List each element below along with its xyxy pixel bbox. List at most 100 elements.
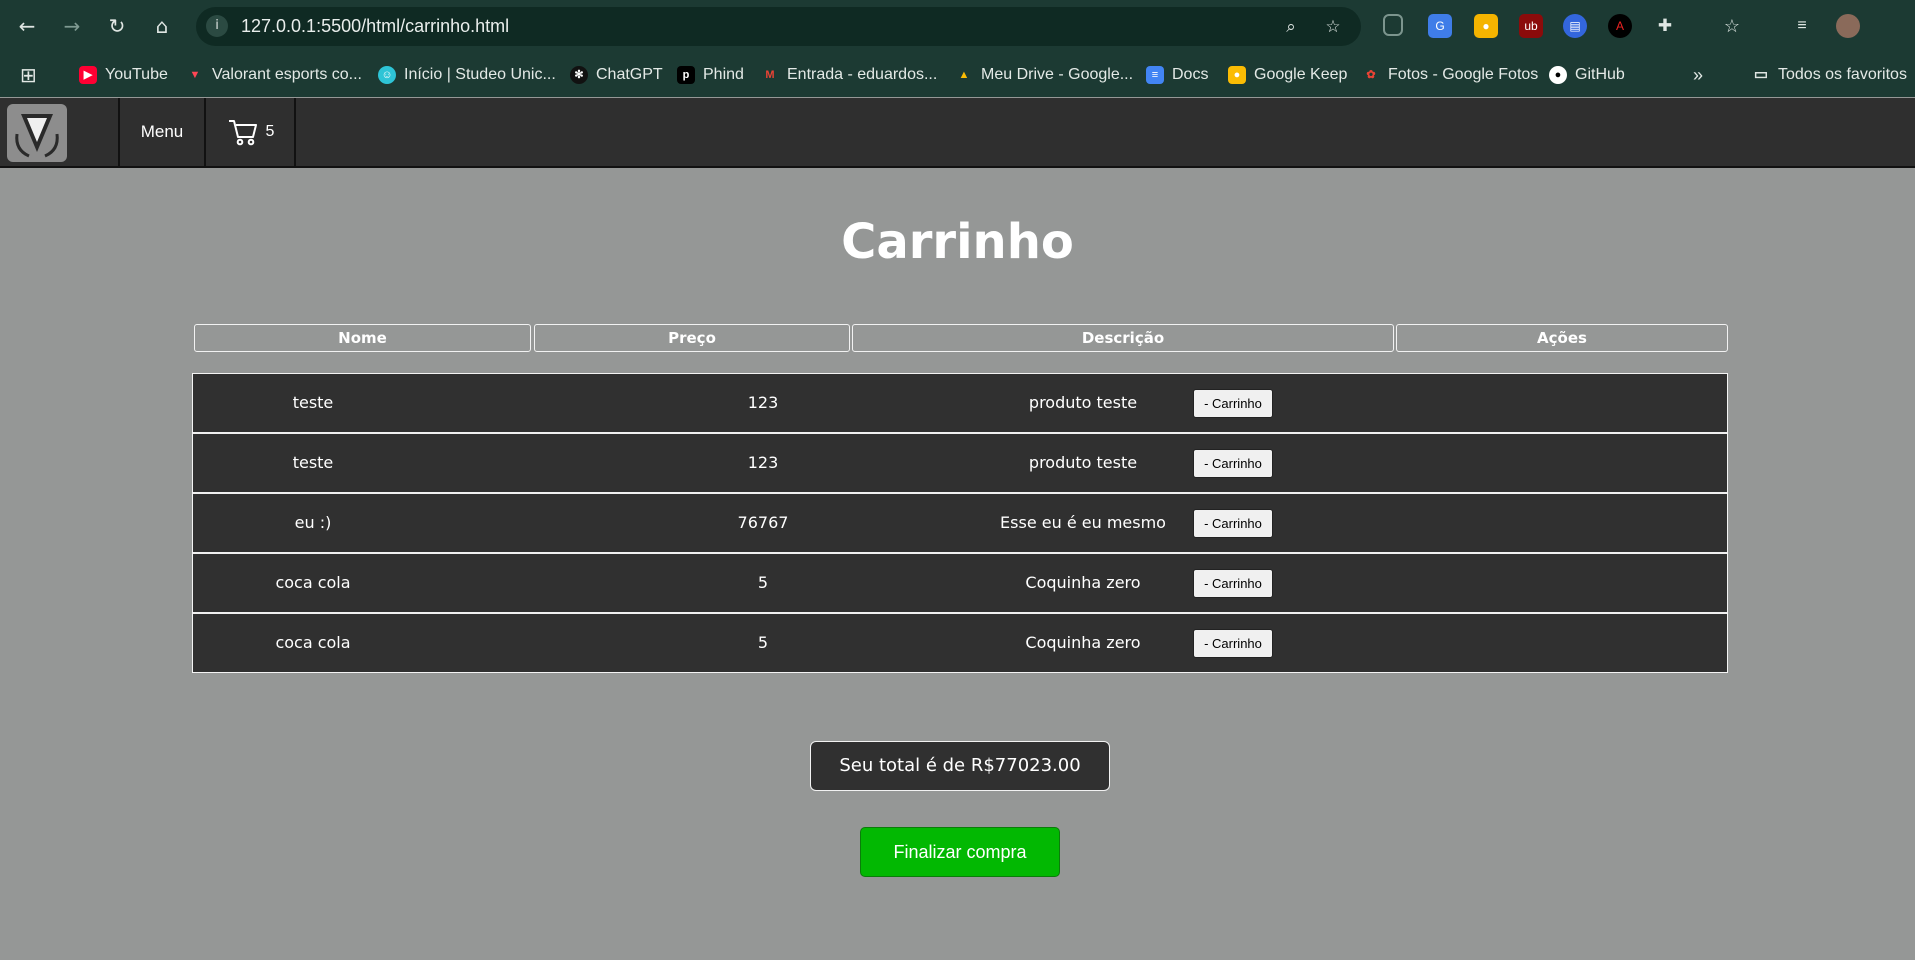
browser-toolbar: ← → ↻ ⌂ i 127.0.0.1:5500/html/carrinho.h… <box>0 0 1915 53</box>
bookmark-label: Valorant esports co... <box>212 66 362 83</box>
ublock-extension-icon[interactable]: ub <box>1519 14 1543 38</box>
cell-descricao: Esse eu é eu mesmo <box>1000 513 1166 532</box>
bookmark-phind[interactable]: p Phind <box>677 63 744 87</box>
extensions-puzzle-icon[interactable]: ✚ <box>1653 14 1677 38</box>
studeo-icon: ☺ <box>378 66 396 84</box>
folder-icon: ▭ <box>1753 66 1769 83</box>
remove-from-cart-button[interactable]: - Carrinho <box>1193 389 1273 418</box>
column-header-descricao: Descrição <box>852 324 1394 352</box>
table-header: Nome Preço Descrição Ações <box>193 324 1728 352</box>
docs-extension-icon[interactable]: ▤ <box>1563 14 1587 38</box>
cart-count: 5 <box>265 123 275 140</box>
bookmark-label: Docs <box>1172 66 1209 83</box>
table-row: coca cola 5 Coquinha zero - Carrinho <box>193 614 1727 672</box>
bookmark-youtube[interactable]: ▶ YouTube <box>79 63 168 87</box>
remove-from-cart-button[interactable]: - Carrinho <box>1193 449 1273 478</box>
shopping-cart-icon <box>228 120 257 146</box>
checkout-button[interactable]: Finalizar compra <box>860 827 1060 877</box>
bookmark-label: Meu Drive - Google... <box>981 66 1134 83</box>
bookmark-chatgpt[interactable]: ✻ ChatGPT <box>570 63 663 87</box>
remove-from-cart-button[interactable]: - Carrinho <box>1193 509 1273 538</box>
home-icon[interactable]: ⌂ <box>148 12 176 40</box>
all-bookmarks-folder[interactable]: ▭ Todos os favoritos <box>1752 63 1907 87</box>
url-text[interactable]: 127.0.0.1:5500/html/carrinho.html <box>241 16 509 37</box>
all-bookmarks-label: Todos os favoritos <box>1778 66 1907 83</box>
zoom-icon[interactable]: ⌕ <box>1279 15 1303 39</box>
phind-icon: p <box>677 66 695 84</box>
table-row: teste 123 produto teste - Carrinho <box>193 374 1727 434</box>
table-row: eu :) 76767 Esse eu é eu mesmo - Carrinh… <box>193 494 1727 554</box>
cell-preco: 123 <box>747 393 779 412</box>
favorites-star-icon[interactable]: ☆ <box>1720 14 1744 38</box>
google-keep-icon: ● <box>1228 66 1246 84</box>
bookmark-valorant[interactable]: ▼ Valorant esports co... <box>186 63 362 87</box>
apps-grid-icon[interactable]: ⊞ <box>20 63 37 87</box>
google-photos-icon: ✿ <box>1366 69 1376 81</box>
column-header-acoes: Ações <box>1396 324 1728 352</box>
cell-descricao: Coquinha zero <box>1025 633 1141 652</box>
bookmark-label: YouTube <box>105 66 168 83</box>
bookmark-drive[interactable]: ▲ Meu Drive - Google... <box>955 63 1134 87</box>
cell-nome: coca cola <box>275 573 351 592</box>
cell-nome: teste <box>292 393 334 412</box>
chatgpt-icon: ✻ <box>570 66 588 84</box>
bookmark-star-icon[interactable]: ☆ <box>1321 15 1345 39</box>
menu-button[interactable]: Menu <box>118 98 206 166</box>
cell-preco: 76767 <box>737 513 789 532</box>
youtube-icon: ▶ <box>79 66 97 84</box>
table-row: coca cola 5 Coquinha zero - Carrinho <box>193 554 1727 614</box>
cell-preco: 5 <box>757 633 769 652</box>
address-bar[interactable]: i 127.0.0.1:5500/html/carrinho.html ⌕ ☆ <box>196 7 1361 46</box>
bookmark-docs[interactable]: ≡ Docs <box>1146 63 1208 87</box>
remove-from-cart-button[interactable]: - Carrinho <box>1193 629 1273 658</box>
logo-emblem-icon <box>15 114 59 158</box>
bookmark-gmail[interactable]: M Entrada - eduardos... <box>761 63 937 87</box>
bookmark-label: Início | Studeo Unic... <box>404 66 556 83</box>
cart-table: teste 123 produto teste - Carrinho teste… <box>192 373 1728 673</box>
site-logo[interactable] <box>7 104 67 162</box>
cart-total: Seu total é de R$77023.00 <box>810 741 1110 791</box>
column-header-preco: Preço <box>534 324 850 352</box>
shield-extension-icon[interactable] <box>1383 14 1403 36</box>
cell-preco: 5 <box>757 573 769 592</box>
cell-descricao: Coquinha zero <box>1025 573 1141 592</box>
keep-extension-icon[interactable]: ● <box>1474 14 1498 38</box>
back-arrow-icon[interactable]: ← <box>13 12 41 40</box>
cell-nome: teste <box>292 453 334 472</box>
cell-nome: eu :) <box>294 513 332 532</box>
reading-list-icon[interactable]: ≡ <box>1790 14 1814 38</box>
bookmark-label: Entrada - eduardos... <box>787 66 938 83</box>
bookmark-label: Google Keep <box>1254 66 1348 83</box>
gmail-icon: M <box>765 69 775 81</box>
remove-from-cart-button[interactable]: - Carrinho <box>1193 569 1273 598</box>
bookmark-photos[interactable]: ✿ Fotos - Google Fotos <box>1362 63 1538 87</box>
bookmark-studeo[interactable]: ☺ Início | Studeo Unic... <box>378 63 556 87</box>
more-bookmarks-chevron-icon[interactable]: » <box>1693 63 1703 87</box>
google-drive-icon: ▲ <box>958 69 970 81</box>
cell-descricao: produto teste <box>1028 453 1138 472</box>
column-header-nome: Nome <box>194 324 531 352</box>
reload-icon[interactable]: ↻ <box>103 12 131 40</box>
bookmark-label: GitHub <box>1575 66 1625 83</box>
bookmarks-bar: ⊞ ▶ YouTube ▼ Valorant esports co... ☺ I… <box>0 53 1915 97</box>
bookmark-github[interactable]: ● GitHub <box>1549 63 1625 87</box>
cell-preco: 123 <box>747 453 779 472</box>
site-info-icon[interactable]: i <box>206 15 228 37</box>
table-row: teste 123 produto teste - Carrinho <box>193 434 1727 494</box>
bookmark-label: Fotos - Google Fotos <box>1388 66 1539 83</box>
page-title: Carrinho <box>841 214 1074 270</box>
translate-extension-icon[interactable]: G <box>1428 14 1452 38</box>
cell-nome: coca cola <box>275 633 351 652</box>
site-navbar: Menu 5 <box>0 98 1915 168</box>
profile-avatar[interactable] <box>1836 14 1860 38</box>
cell-descricao: produto teste <box>1028 393 1138 412</box>
forward-arrow-icon[interactable]: → <box>58 12 86 40</box>
valorant-icon: ▼ <box>189 69 201 81</box>
bookmark-label: Phind <box>703 66 744 83</box>
google-docs-icon: ≡ <box>1146 66 1164 84</box>
bookmark-label: ChatGPT <box>596 66 663 83</box>
github-icon: ● <box>1549 66 1567 84</box>
acrobat-extension-icon[interactable]: A <box>1608 14 1632 38</box>
bookmark-keep[interactable]: ● Google Keep <box>1228 63 1347 87</box>
cart-button[interactable]: 5 <box>208 98 296 166</box>
